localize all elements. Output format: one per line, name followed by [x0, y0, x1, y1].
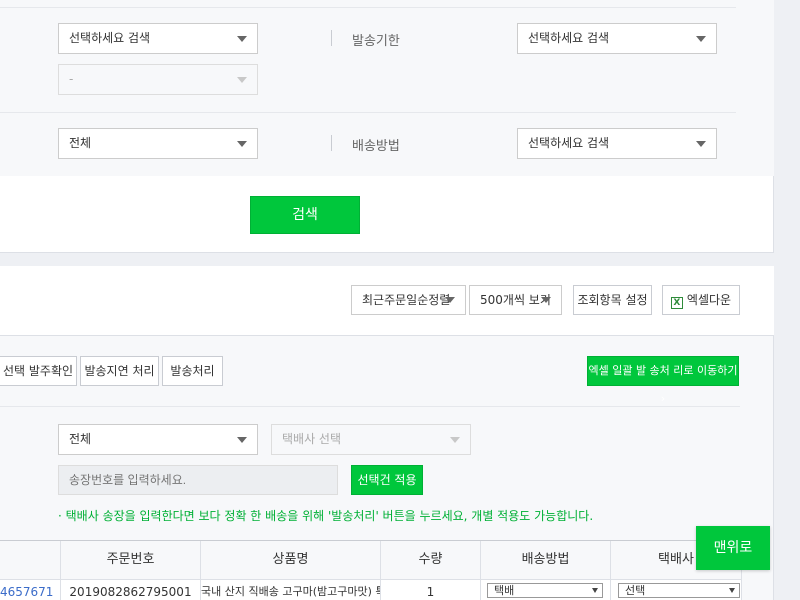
- row-divider: [0, 7, 736, 8]
- row-divider: [0, 112, 736, 113]
- sort-value: 최근주문일순정렬: [362, 293, 451, 307]
- shipping-notice: · 택배사 송장을 입력한다면 보다 정확 한 배송을 위해 '발송처리' 버튼…: [58, 509, 594, 523]
- search-type-select[interactable]: 선택하세요 검색: [58, 23, 258, 54]
- table-header-cell: [0, 541, 61, 580]
- courier-row-select[interactable]: 선택: [618, 583, 740, 598]
- order-id-link[interactable]: 4657671: [0, 580, 61, 600]
- table-header-cell: 배송방법: [481, 541, 611, 580]
- scroll-top-button[interactable]: 맨위로: [696, 526, 770, 570]
- delivery-method-row-value: 택배: [494, 584, 515, 597]
- bulk-excel-label: 엑셀 일괄 발 송처 리로 이동하기: [588, 364, 738, 377]
- search-type-value: 선택하세요 검색: [69, 31, 151, 45]
- delivery-method-label: 배송방법: [352, 139, 400, 154]
- courier-cell: 선택: [611, 580, 742, 600]
- delivery-method-row-select[interactable]: 택배: [487, 583, 603, 598]
- table-header-cell: 수량: [381, 541, 481, 580]
- chevron-down-icon: [696, 141, 706, 147]
- chevron-down-icon: [450, 437, 460, 443]
- sub-select-value: -: [69, 72, 74, 86]
- sort-select[interactable]: 최근주문일순정렬: [351, 285, 466, 315]
- status-value: 전체: [69, 136, 92, 150]
- chevron-down-icon: [237, 77, 247, 83]
- courier-value: 택배사 선택: [282, 432, 342, 446]
- page-size-select[interactable]: 500개씩 보기: [469, 285, 562, 315]
- deadline-select[interactable]: 선택하세요 검색: [517, 23, 717, 54]
- chevron-down-icon: [729, 588, 735, 593]
- delay-shipping-button[interactable]: 발송지연 처리: [80, 356, 159, 386]
- invoice-number-input[interactable]: [58, 465, 338, 495]
- deadline-value: 선택하세요 검색: [528, 31, 610, 45]
- search-button[interactable]: 검색: [250, 196, 360, 234]
- status-select[interactable]: 전체: [58, 128, 258, 159]
- confirm-order-button[interactable]: 선택 발주확인: [0, 356, 77, 386]
- courier-select[interactable]: 택배사 선택: [271, 424, 471, 455]
- product-name-cell: 국내 산지 직배송 고구마(밤고구마맛) 특품 1kg: [201, 580, 381, 600]
- chevron-right-icon: ›: [660, 392, 666, 405]
- chevron-down-icon: [237, 437, 247, 443]
- delivery-type-value: 전체: [69, 432, 92, 446]
- excel-icon: X: [670, 297, 683, 309]
- delivery-type-select[interactable]: 전체: [58, 424, 258, 455]
- chevron-down-icon: [592, 588, 598, 593]
- chevron-down-icon: [541, 297, 551, 303]
- excel-download-button[interactable]: X 엑셀다운: [662, 285, 740, 315]
- quantity-cell: 1: [381, 580, 481, 600]
- label-separator: [331, 135, 332, 151]
- chevron-down-icon: [237, 141, 247, 147]
- orders-table: 주문번호 상품명 수량 배송방법 택배사 4657671 20190828627…: [0, 540, 742, 600]
- section-divider: [0, 406, 740, 407]
- delivery-method-select[interactable]: 선택하세요 검색: [517, 128, 717, 159]
- bulk-excel-shipping-link[interactable]: 엑셀 일괄 발 송처 리로 이동하기 ›: [587, 356, 739, 405]
- chevron-down-icon: [696, 36, 706, 42]
- sub-select[interactable]: -: [58, 64, 258, 95]
- column-settings-button[interactable]: 조회항목 설정: [573, 285, 652, 315]
- ship-button[interactable]: 발송처리: [162, 356, 223, 386]
- label-separator: [331, 30, 332, 46]
- chevron-down-icon: [445, 297, 455, 303]
- delivery-method-value: 선택하세요 검색: [528, 136, 610, 150]
- excel-download-label: 엑셀다운: [686, 293, 732, 307]
- courier-row-value: 선택: [625, 584, 646, 597]
- apply-selected-button[interactable]: 선택건 적용: [351, 465, 423, 495]
- table-header-cell: 주문번호: [61, 541, 201, 580]
- order-number-cell: 2019082862795001: [61, 580, 201, 600]
- table-header-cell: 상품명: [201, 541, 381, 580]
- deadline-label: 발송기한: [352, 34, 400, 49]
- delivery-method-cell: 택배: [481, 580, 611, 600]
- chevron-down-icon: [237, 36, 247, 42]
